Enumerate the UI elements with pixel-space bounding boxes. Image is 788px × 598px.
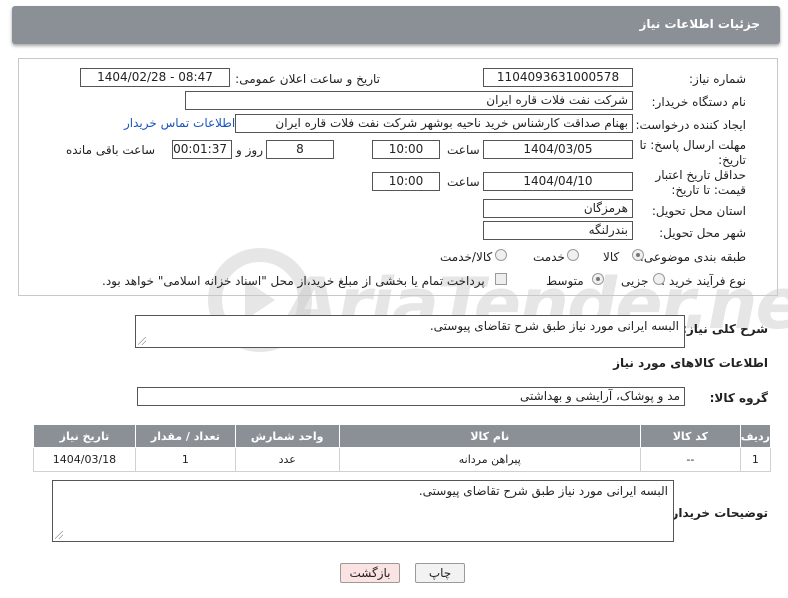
items-table: ردیف کد کالا نام کالا واحد شمارش تعداد /…: [33, 424, 772, 472]
description-textarea[interactable]: البسه ایرانی مورد نیاز طبق شرح تقاضای پی…: [135, 315, 685, 348]
col-header-code: کد کالا: [639, 424, 741, 448]
buyer-org-label: نام دستگاه خریدار:: [651, 95, 747, 109]
purchase-radio-medium[interactable]: [592, 273, 604, 285]
reply-deadline-date: 1404/03/05: [483, 140, 633, 159]
description-label: شرح کلی نیاز:: [682, 322, 768, 336]
table-row: 1 -- پیراهن مردانه عدد 1 1404/03/18: [33, 447, 772, 472]
page-title: جزئیات اطلاعات نیاز: [639, 17, 760, 31]
cell-need-date: 1404/03/18: [33, 447, 136, 472]
goods-group-label: گروه کالا:: [709, 391, 768, 405]
col-header-row-number: ردیف: [739, 424, 772, 448]
table-header-row: ردیف کد کالا نام کالا واحد شمارش تعداد /…: [33, 424, 772, 448]
need-number-label: شماره نیاز:: [689, 72, 746, 86]
buyer-notes-label: توضیحات خریدار:: [666, 506, 768, 520]
buyer-contact-link[interactable]: اطلاعات تماس خریدار: [124, 116, 235, 130]
cell-row-number: 1: [739, 447, 772, 472]
purchase-type-label: نوع فرآیند خرید :: [661, 274, 746, 288]
items-section-title: اطلاعات کالاهای مورد نیاز: [613, 356, 768, 370]
purchase-option-minor: جزیی: [621, 274, 649, 288]
col-header-need-date: تاریخ نیاز: [33, 424, 136, 448]
category-option-goods: کالا: [603, 250, 620, 264]
purchase-option-medium: متوسط: [546, 274, 584, 288]
category-radio-both[interactable]: [495, 249, 507, 261]
requester-label: ایجاد کننده درخواست:: [635, 118, 746, 132]
reply-time-label: ساعت: [447, 143, 480, 157]
reply-remaining-field: 00:01:37: [172, 140, 232, 159]
cell-code: --: [639, 447, 741, 472]
announce-datetime-label: تاریخ و ساعت اعلان عمومی:: [235, 72, 380, 86]
requester-field: بهنام صداقت کارشناس خرید ناحیه بوشهر شرک…: [235, 114, 633, 133]
page: جزئیات اطلاعات نیاز AriaTender.neT شماره…: [0, 0, 788, 598]
delivery-province-field: هرمزگان: [483, 199, 633, 218]
category-label: طبقه بندی موضوعی:: [639, 250, 746, 264]
col-header-name: نام کالا: [338, 424, 641, 448]
back-button[interactable]: بازگشت: [340, 563, 400, 583]
category-radio-service[interactable]: [567, 249, 579, 261]
reply-days-label: روز و: [236, 143, 263, 157]
reply-deadline-label: مهلت ارسال پاسخ: تا تاریخ:: [639, 138, 746, 167]
reply-days-field: 8: [266, 140, 334, 159]
goods-group-field: مد و پوشاک، آرایشی و بهداشتی: [137, 387, 685, 406]
print-button[interactable]: چاپ: [415, 563, 465, 583]
treasury-payment-checkbox[interactable]: [495, 273, 507, 285]
reply-remaining-label: ساعت باقی مانده: [66, 143, 156, 157]
header-bar: جزئیات اطلاعات نیاز: [12, 6, 780, 44]
price-validity-date: 1404/04/10: [483, 172, 633, 191]
purchase-radio-minor[interactable]: [653, 273, 665, 285]
cell-name: پیراهن مردانه: [338, 447, 641, 472]
delivery-city-label: شهر محل تحویل:: [659, 226, 746, 240]
col-header-quantity: تعداد / مقدار: [134, 424, 236, 448]
reply-deadline-time: 10:00: [372, 140, 440, 159]
delivery-province-label: استان محل تحویل:: [651, 204, 746, 218]
treasury-payment-note: پرداخت تمام یا بخشی از مبلغ خرید،از محل …: [102, 274, 485, 288]
price-time-label: ساعت: [447, 175, 480, 189]
price-validity-time: 10:00: [372, 172, 440, 191]
resize-grip-icon[interactable]: [138, 337, 146, 345]
col-header-unit: واحد شمارش: [234, 424, 340, 448]
category-option-both: کالا/خدمت: [440, 250, 493, 264]
resize-grip-icon[interactable]: [55, 531, 63, 539]
description-text: البسه ایرانی مورد نیاز طبق شرح تقاضای پی…: [429, 319, 679, 333]
need-number-field: 1104093631000578: [483, 68, 633, 87]
buyer-org-field: شرکت نفت فلات قاره ایران: [185, 91, 633, 110]
announce-datetime-field: 1404/02/28 - 08:47: [80, 68, 230, 87]
buyer-notes-text: البسه ایرانی مورد نیاز طبق شرح تقاضای پی…: [418, 484, 668, 498]
cell-unit: عدد: [234, 447, 340, 472]
category-radio-goods[interactable]: [632, 249, 644, 261]
buyer-notes-textarea[interactable]: البسه ایرانی مورد نیاز طبق شرح تقاضای پی…: [52, 480, 674, 542]
category-option-service: خدمت: [533, 250, 565, 264]
delivery-city-field: بندرلنگه: [483, 221, 633, 240]
cell-quantity: 1: [134, 447, 236, 472]
price-validity-label: حداقل تاریخ اعتبار قیمت: تا تاریخ:: [655, 168, 746, 197]
